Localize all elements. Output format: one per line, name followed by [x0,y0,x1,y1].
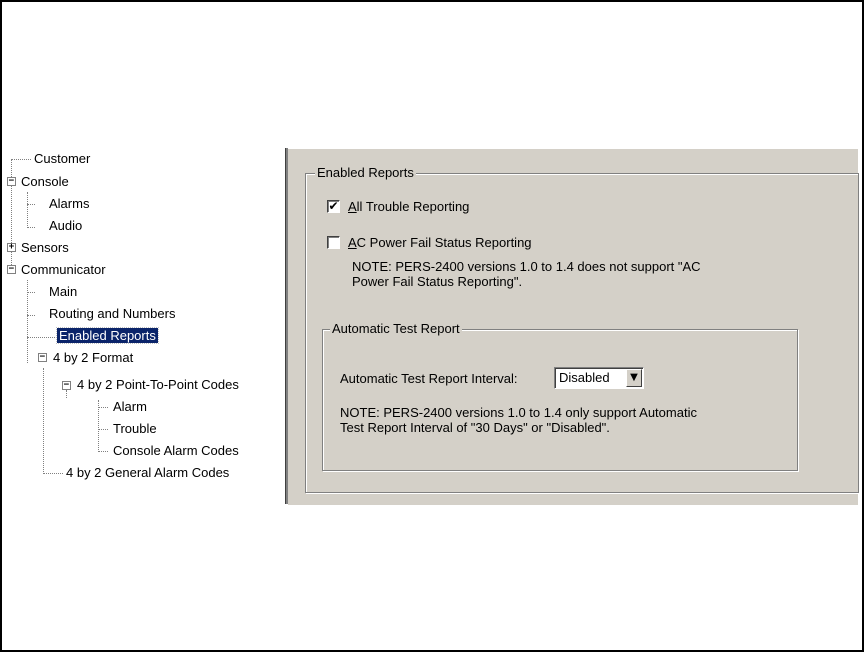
tree-line [27,192,28,228]
tree-item-4by2-point-to-point-codes[interactable]: 4 by 2 Point-To-Point Codes [75,376,241,394]
group-title: Automatic Test Report [330,321,462,336]
tree-item-label: Alarm [113,399,147,414]
tree-item-label: 4 by 2 General Alarm Codes [66,465,230,480]
interval-value: Disabled [559,370,610,385]
collapse-icon[interactable]: − [7,265,16,274]
tree-item-console-alarm-codes[interactable]: Console Alarm Codes [111,442,241,460]
note-line: NOTE: PERS-2400 versions 1.0 to 1.4 does… [352,259,701,274]
expand-icon[interactable]: + [7,243,16,252]
tree-item-label: Routing and Numbers [49,306,176,321]
tree-item-routing-and-numbers[interactable]: Routing and Numbers [47,305,177,323]
test-report-note: NOTE: PERS-2400 versions 1.0 to 1.4 only… [340,405,697,435]
tree-line [98,451,108,452]
tree-line [11,159,31,160]
checkbox-label: ll Trouble Reporting [356,199,470,214]
tree-line [66,390,67,398]
tree-item-label: Customer [34,151,91,166]
tree-item-label: Trouble [113,421,157,436]
tree-item-label: 4 by 2 Point-To-Point Codes [77,377,239,392]
tree-item-audio[interactable]: Audio [47,217,84,235]
tree-item-label: Communicator [21,262,106,277]
ac-power-note: NOTE: PERS-2400 versions 1.0 to 1.4 does… [352,259,701,289]
tree-line [43,368,44,474]
interval-label: Automatic Test Report Interval: [340,371,518,386]
tree-item-label: Audio [49,218,83,233]
dropdown-arrow-icon[interactable]: ▼ [626,369,642,387]
tree-line [27,204,35,205]
accelerator-key: A [348,199,357,214]
collapse-icon[interactable]: − [62,381,71,390]
note-line: Test Report Interval of "30 Days" or "Di… [340,420,610,435]
tree-item-label: Alarms [49,196,90,211]
ac-power-fail-checkbox[interactable]: AC Power Fail Status Reporting [327,235,532,251]
checkbox-label: C Power Fail Status Reporting [356,235,532,250]
tree-line [27,292,35,293]
tree-item-4by2-general-alarm-codes[interactable]: 4 by 2 General Alarm Codes [64,464,231,482]
checkbox-unchecked-icon [327,236,340,250]
tree-item-label: Console [21,174,69,189]
tree-item-communicator[interactable]: Communicator [19,261,108,279]
tree-item-alarms[interactable]: Alarms [47,195,91,213]
tree-item-enabled-reports[interactable]: Enabled Reports [56,327,159,345]
note-line: NOTE: PERS-2400 versions 1.0 to 1.4 only… [340,405,697,420]
automatic-test-report-group [322,329,798,471]
tree-item-main[interactable]: Main [47,283,79,301]
tree-line [27,337,55,338]
tree-line [27,227,35,228]
tree-item-customer[interactable]: Customer [32,150,92,168]
tree-line [98,429,108,430]
tree-item-label: Main [49,284,78,299]
settings-panel: Enabled Reports ✔ All Trouble Reporting A… [288,148,859,505]
tree-item-sensors[interactable]: Sensors [19,239,71,257]
group-title: Enabled Reports [315,165,416,180]
collapse-icon[interactable]: − [7,177,16,186]
tree-item-label: Enabled Reports [56,327,159,344]
tree-item-label: Console Alarm Codes [113,443,239,458]
tree-line [27,315,35,316]
tree-line [98,407,108,408]
tree-item-alarm[interactable]: Alarm [111,398,149,416]
tree-item-label: 4 by 2 Format [53,350,134,365]
tree-item-console[interactable]: Console [19,173,71,191]
tree-item-label: Sensors [21,240,69,255]
checkbox-checked-icon: ✔ [327,199,340,214]
collapse-icon[interactable]: − [38,353,47,362]
all-trouble-reporting-checkbox[interactable]: ✔ All Trouble Reporting [327,199,469,215]
settings-tree: Customer − Console Alarms Audio + Sensor… [0,0,285,652]
tree-item-4by2-format[interactable]: 4 by 2 Format [51,349,135,367]
accelerator-key: A [348,235,357,250]
tree-line [43,473,63,474]
note-line: Power Fail Status Reporting". [352,274,523,289]
tree-item-trouble[interactable]: Trouble [111,420,159,438]
interval-select[interactable]: Disabled ▼ [554,367,644,389]
